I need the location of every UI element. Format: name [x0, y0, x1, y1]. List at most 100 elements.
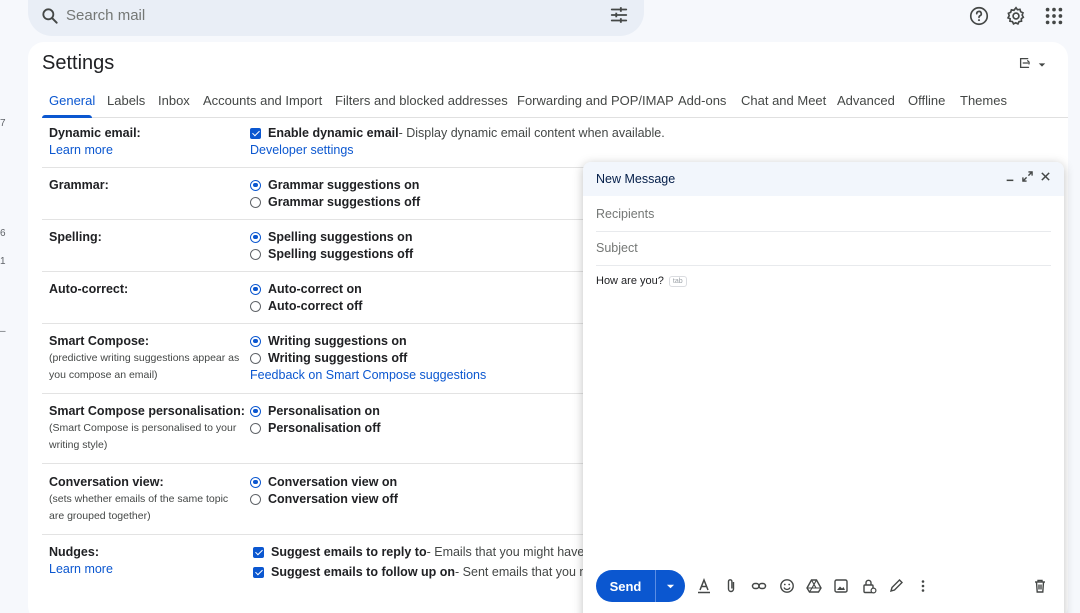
- personalisation-on-option[interactable]: Personalisation on: [250, 404, 380, 418]
- learn-more-link[interactable]: Learn more: [49, 562, 113, 576]
- google-drive-icon[interactable]: [804, 576, 824, 596]
- conversation-view-on-option[interactable]: Conversation view on: [250, 475, 397, 489]
- option-label: Auto-correct off: [268, 299, 363, 313]
- option-description: - Display dynamic email content when ava…: [398, 126, 665, 140]
- dynamic-email-checkbox[interactable]: [250, 127, 261, 139]
- tab-forwarding[interactable]: Forwarding and POP/IMAP: [517, 93, 674, 108]
- insert-signature-icon[interactable]: [886, 576, 906, 596]
- help-icon[interactable]: [968, 5, 990, 27]
- conversation-view-off-option[interactable]: Conversation view off: [250, 492, 398, 506]
- autocorrect-off-option[interactable]: Auto-correct off: [250, 299, 362, 313]
- setting-description: (predictive writing suggestions appear a…: [49, 352, 240, 381]
- page-title: Settings: [42, 52, 115, 74]
- tab-labels[interactable]: Labels: [107, 93, 145, 108]
- confidential-mode-icon[interactable]: [859, 576, 879, 596]
- compose-title: New Message: [596, 172, 676, 186]
- option-label: Conversation view off: [268, 492, 398, 506]
- radio-button[interactable]: [250, 422, 261, 434]
- option-label: Enable dynamic email: [268, 126, 399, 140]
- subject-input[interactable]: [596, 232, 1051, 264]
- more-options-icon[interactable]: [913, 576, 933, 596]
- expand-icon[interactable]: [1022, 171, 1033, 185]
- tab-inbox[interactable]: Inbox: [158, 93, 190, 108]
- grammar-off-option[interactable]: Grammar suggestions off: [250, 195, 420, 209]
- tab-add-ons[interactable]: Add-ons: [678, 93, 726, 108]
- radio-button[interactable]: [250, 405, 261, 417]
- setting-description: (sets whether emails of the same topic a…: [49, 493, 229, 522]
- option-label: Grammar suggestions off: [268, 195, 421, 209]
- emoji-icon[interactable]: [777, 576, 797, 596]
- send-button-group: Send: [596, 570, 685, 602]
- nudge-reply-option[interactable]: Suggest emails to reply to - Emails that…: [253, 545, 591, 559]
- radio-button[interactable]: [250, 493, 261, 505]
- smart-compose-tab-hint: tab: [668, 275, 687, 287]
- search-input[interactable]: [66, 2, 586, 28]
- nudge-follow-up-option[interactable]: Suggest emails to follow up on - Sent em…: [253, 565, 593, 579]
- option-label: Suggest emails to follow up on: [271, 565, 456, 579]
- radio-button[interactable]: [250, 248, 261, 260]
- smart-compose-feedback-link[interactable]: Feedback on Smart Compose suggestions: [250, 368, 486, 382]
- option-label: Conversation view on: [268, 475, 398, 489]
- insert-link-icon[interactable]: [749, 576, 769, 596]
- apps-grid-icon[interactable]: [1043, 5, 1065, 27]
- close-icon[interactable]: [1040, 171, 1051, 185]
- option-label: Suggest emails to reply to: [271, 545, 427, 559]
- radio-button[interactable]: [250, 283, 261, 295]
- option-label: Writing suggestions off: [268, 351, 408, 365]
- option-label: Grammar suggestions on: [268, 178, 420, 192]
- option-label: Personalisation off: [268, 421, 381, 435]
- chevron-down-icon: [1038, 57, 1046, 72]
- chevron-down-icon: [666, 584, 675, 588]
- display-density-button[interactable]: [1018, 56, 1046, 73]
- radio-button[interactable]: [250, 476, 261, 488]
- grammar-on-option[interactable]: Grammar suggestions on: [250, 178, 419, 192]
- learn-more-link[interactable]: Learn more: [49, 143, 113, 157]
- writing-suggestions-off-option[interactable]: Writing suggestions off: [250, 351, 407, 365]
- nudge-follow-up-checkbox[interactable]: [253, 566, 264, 578]
- insert-photo-icon[interactable]: [831, 576, 851, 596]
- nudge-reply-checkbox[interactable]: [253, 546, 264, 558]
- spelling-off-option[interactable]: Spelling suggestions off: [250, 247, 413, 261]
- tab-themes[interactable]: Themes: [960, 93, 1007, 108]
- tab-accounts-and-import[interactable]: Accounts and Import: [203, 93, 322, 108]
- radio-button[interactable]: [250, 352, 261, 364]
- radio-button[interactable]: [250, 196, 261, 208]
- send-button[interactable]: Send: [596, 570, 656, 602]
- search-icon[interactable]: [40, 6, 60, 26]
- radio-button[interactable]: [250, 335, 261, 347]
- discard-draft-icon[interactable]: [1030, 576, 1050, 596]
- attach-file-icon[interactable]: [721, 576, 741, 596]
- more-send-options-button[interactable]: [656, 570, 685, 602]
- personalisation-off-option[interactable]: Personalisation off: [250, 421, 381, 435]
- search-options-icon[interactable]: [608, 4, 630, 26]
- radio-button[interactable]: [250, 231, 261, 243]
- edge-fragment: 6: [0, 228, 6, 239]
- writing-suggestions-on-option[interactable]: Writing suggestions on: [250, 334, 407, 348]
- minimize-icon[interactable]: [1005, 171, 1015, 186]
- tab-chat-and-meet[interactable]: Chat and Meet: [741, 93, 826, 108]
- radio-button[interactable]: [250, 300, 261, 312]
- formatting-options-icon[interactable]: [694, 576, 714, 596]
- recipients-input[interactable]: [596, 198, 1051, 230]
- compose-header[interactable]: New Message: [583, 162, 1064, 196]
- option-label: Spelling suggestions off: [268, 247, 414, 261]
- settings-gear-icon[interactable]: [1005, 5, 1027, 27]
- edge-fragment: 1: [0, 256, 6, 267]
- setting-label: Nudges:: [49, 545, 99, 559]
- developer-settings-link[interactable]: Developer settings: [250, 143, 354, 157]
- spelling-on-option[interactable]: Spelling suggestions on: [250, 230, 412, 244]
- radio-button[interactable]: [250, 179, 261, 191]
- search-bar: [28, 0, 644, 36]
- subject-field[interactable]: [596, 232, 1051, 266]
- dynamic-email-option[interactable]: Enable dynamic email - Display dynamic e…: [250, 126, 665, 140]
- tab-filters[interactable]: Filters and blocked addresses: [335, 93, 508, 108]
- active-tab-indicator: [42, 115, 92, 118]
- compose-body[interactable]: How are you? tab: [596, 275, 687, 287]
- option-description: - Emails that you might have f: [426, 545, 592, 559]
- tab-advanced[interactable]: Advanced: [837, 93, 895, 108]
- setting-label: Auto-correct:: [49, 282, 129, 296]
- recipients-field[interactable]: [596, 198, 1051, 232]
- tab-general[interactable]: General: [49, 93, 95, 108]
- autocorrect-on-option[interactable]: Auto-correct on: [250, 282, 362, 296]
- tab-offline[interactable]: Offline: [908, 93, 945, 108]
